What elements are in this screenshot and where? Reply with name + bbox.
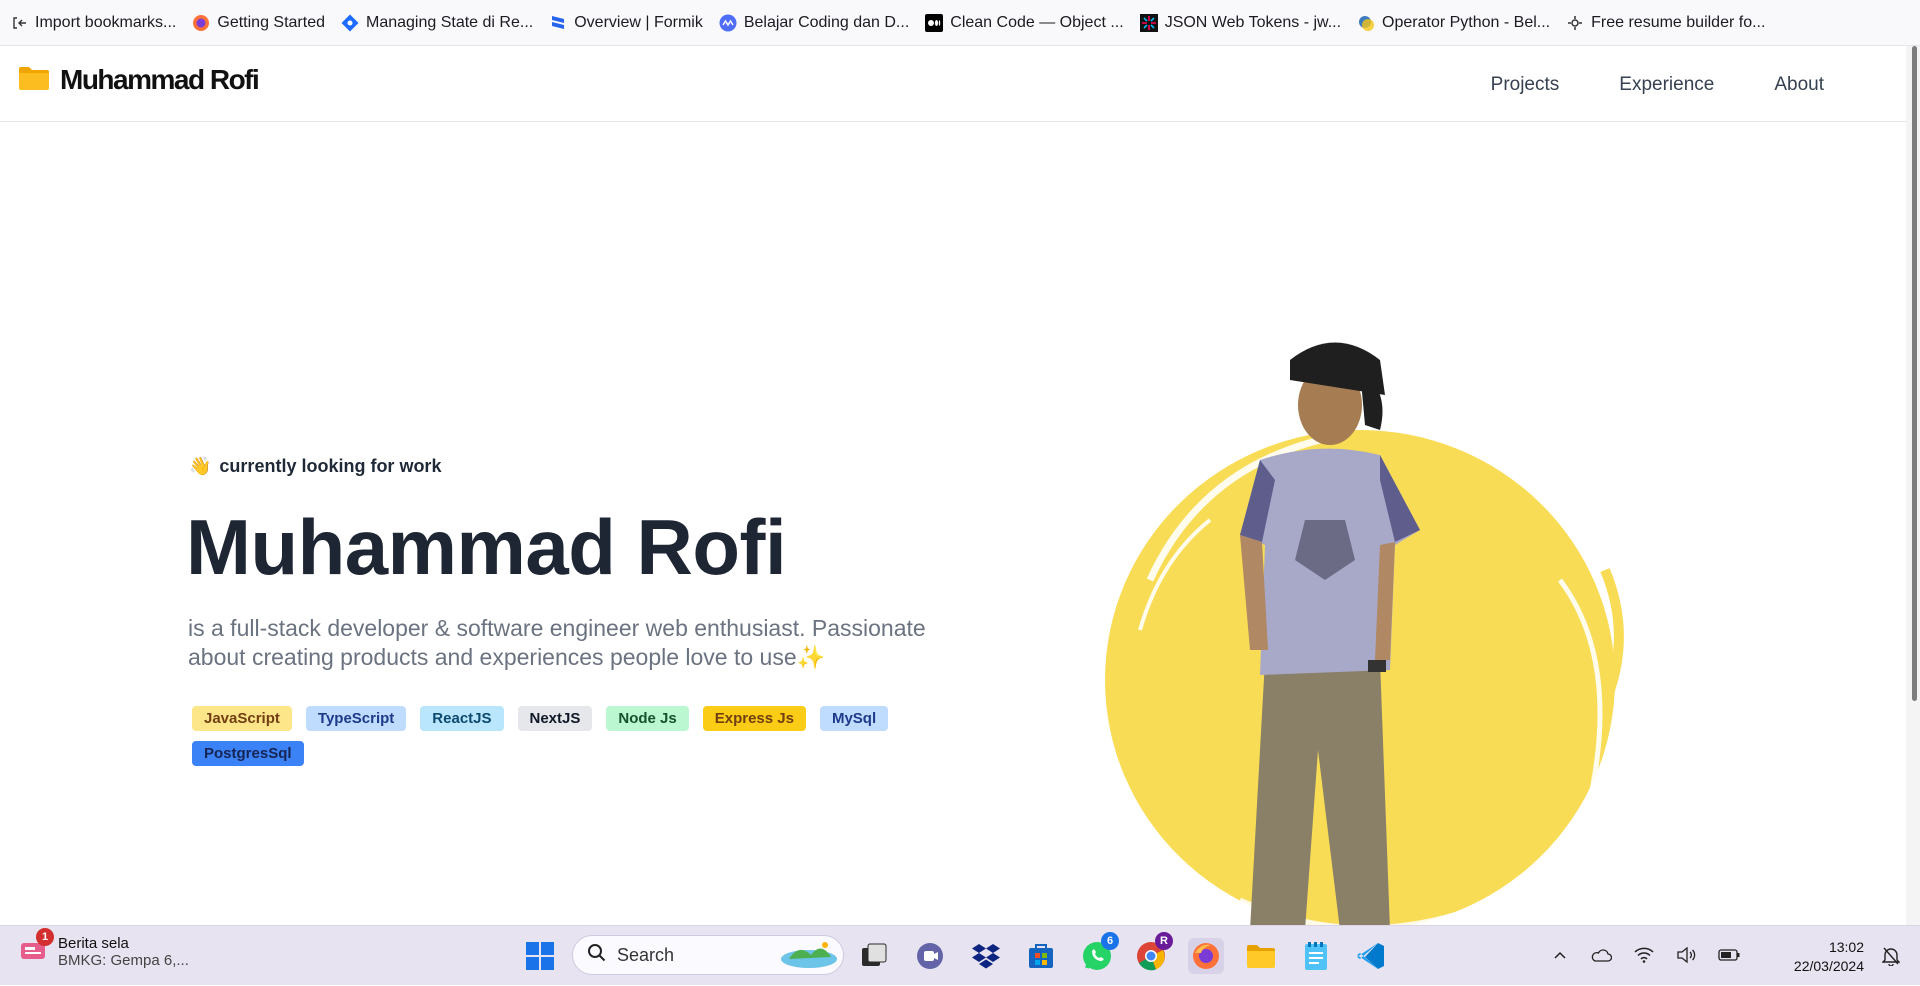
tech-tag: Node Js [606,706,689,731]
tech-tag: TypeScript [305,706,407,731]
bookmark-label: JSON Web Tokens - jw... [1164,13,1342,31]
bookmark-clean-code[interactable]: Clean Code — Object ... [925,13,1124,32]
tech-tag: NextJS [517,706,593,731]
bookmark-label: Belajar Coding dan D... [743,13,910,31]
work-status: 👋 currently looking for work [189,456,441,477]
system-tray [1552,926,1740,986]
whatsapp-badge: 6 [1101,932,1119,950]
battery-icon[interactable] [1718,948,1740,965]
chrome-profile-badge: R [1155,932,1173,950]
notification-bell-icon[interactable] [1881,946,1901,971]
chrome-icon[interactable]: R [1133,932,1173,974]
bookmark-managing-state[interactable]: Managing State di Re... [341,14,533,32]
vscode-icon[interactable] [1353,938,1389,974]
coding-icon [719,14,737,32]
hero-title: Muhammad Rofi [186,503,787,591]
dropbox-icon[interactable] [968,938,1004,974]
brand-link[interactable]: Muhammad Rofi [18,64,260,96]
jwt-icon [1139,13,1158,32]
scrollbar-thumb[interactable] [1912,46,1917,701]
notepad-icon[interactable] [1298,938,1334,974]
news-widget[interactable]: 1 Berita sela BMKG: Gempa 6,... [18,928,189,969]
tech-tag: PostgresSql [192,741,304,766]
bookmark-operator-python[interactable]: Operator Python - Bel... [1357,14,1550,32]
bookmark-jwt[interactable]: JSON Web Tokens - jw... [1139,13,1342,32]
tech-tags: JavaScript TypeScript ReactJS NextJS Node Js… [192,706,932,766]
search-highlight-icon [779,937,839,974]
chevron-up-icon[interactable] [1552,947,1568,966]
bookmark-belajar-coding[interactable]: Belajar Coding dan D... [719,14,909,32]
bookmark-formik[interactable]: Overview | Formik [549,14,703,32]
bookmark-import[interactable]: Import bookmarks... [10,14,176,32]
hero-description: is a full-stack developer & software eng… [188,614,928,672]
nav-link-about[interactable]: About [1774,74,1824,96]
onedrive-cloud-icon[interactable] [1590,947,1613,966]
news-badge: 1 [36,928,54,946]
bookmark-getting-started[interactable]: Getting Started [192,14,325,32]
nav-links: Projects Experience About [1491,74,1824,96]
news-icon: 1 [18,928,54,969]
sparkles-icon: ✨ [796,644,826,670]
medium-icon [925,13,944,32]
firefox-icon [192,14,210,32]
bookmark-label: Clean Code — Object ... [950,13,1124,31]
hero-illustration [1105,342,1624,930]
clock[interactable]: 13:02 22/03/2024 [1794,938,1864,976]
bookmarks-bar: Import bookmarks... Getting Started Mana… [0,0,1920,46]
python-icon [1357,14,1375,32]
tech-tag: Express Js [702,706,806,731]
windows-taskbar: 1 Berita sela BMKG: Gempa 6,... Search 6 [0,925,1920,985]
bookmark-label: Getting Started [217,13,325,31]
volume-icon[interactable] [1676,946,1696,966]
resume-icon [1566,14,1584,32]
search-icon [587,943,607,968]
import-icon [10,14,28,32]
clock-time: 13:02 [1828,939,1864,955]
bookmark-label: Overview | Formik [574,13,703,31]
bookmark-label: Free resume builder fo... [1591,13,1766,31]
brand-name: Muhammad Rofi [60,64,260,95]
clock-date: 22/03/2024 [1793,958,1864,974]
microsoft-store-icon[interactable] [1023,938,1059,974]
tech-tag: ReactJS [420,706,504,731]
bookmark-label: Operator Python - Bel... [1382,13,1551,31]
news-subtitle: BMKG: Gempa 6,... [58,951,189,969]
task-view-icon[interactable] [856,938,892,974]
windows-start-icon[interactable] [522,938,558,974]
file-explorer-icon[interactable] [1243,938,1279,974]
news-title: Berita sela [58,934,129,952]
page-scrollbar[interactable] [1906,46,1920,926]
wifi-icon[interactable] [1634,947,1654,966]
diamond-icon [341,14,359,32]
folder-icon [18,65,50,96]
tech-tag: MySql [819,706,889,731]
waving-hand-icon: 👋 [189,456,212,476]
site-navbar: Muhammad Rofi Projects Experience About [0,46,1906,122]
teams-chat-icon[interactable] [912,938,948,974]
tech-tag: JavaScript [192,706,292,731]
taskbar-search[interactable]: Search [572,935,844,975]
formik-icon [549,14,567,32]
nav-link-projects[interactable]: Projects [1491,74,1560,96]
firefox-taskbar-icon[interactable] [1188,938,1224,974]
whatsapp-icon[interactable]: 6 [1079,932,1119,974]
nav-link-experience[interactable]: Experience [1619,74,1714,96]
bookmark-label: Import bookmarks... [35,13,177,31]
status-text: currently looking for work [219,456,442,476]
bookmark-resume-builder[interactable]: Free resume builder fo... [1566,14,1765,32]
search-label: Search [617,944,675,965]
bookmark-label: Managing State di Re... [366,13,534,31]
